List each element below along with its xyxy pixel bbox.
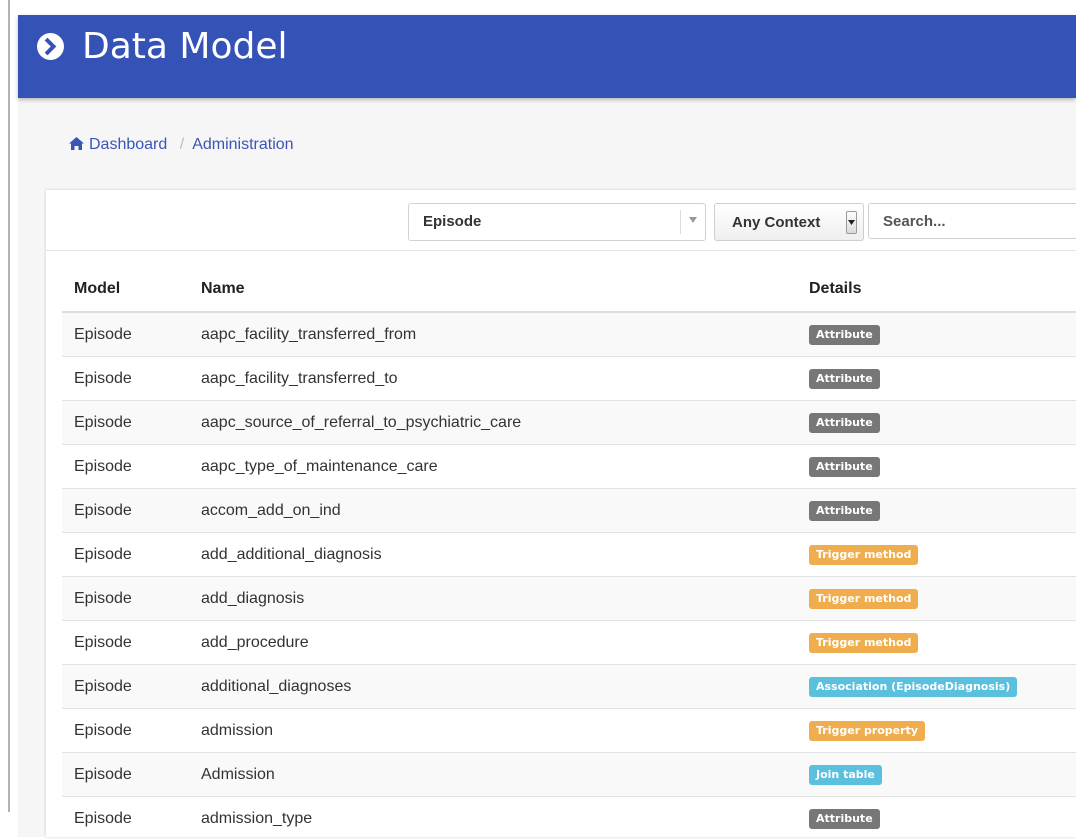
cell-name: add_additional_diagnosis: [189, 533, 797, 577]
detail-badge: Attribute: [809, 413, 880, 433]
detail-badge: Attribute: [809, 369, 880, 389]
page: Data Model Dashboard / Administration Epi…: [18, 15, 1076, 837]
cell-model: Episode: [62, 445, 189, 489]
data-model-table: Model Name Details Episodeaapc_facility_…: [62, 267, 1076, 840]
column-header-details[interactable]: Details: [797, 267, 1076, 312]
cell-name: add_diagnosis: [189, 577, 797, 621]
table-row[interactable]: Episodeaapc_source_of_referral_to_psychi…: [62, 401, 1076, 445]
cell-details: Trigger method: [797, 621, 1076, 665]
detail-badge: Attribute: [809, 501, 880, 521]
cell-details: Association (EpisodeDiagnosis): [797, 665, 1076, 709]
cell-details: Trigger method: [797, 533, 1076, 577]
table-row[interactable]: Episodeaapc_facility_transferred_to Attri…: [62, 357, 1076, 401]
cell-name: add_procedure: [189, 621, 797, 665]
window-edge: [0, 0, 10, 812]
detail-badge: Association (EpisodeDiagnosis): [809, 677, 1017, 697]
cell-details: Attribute: [797, 489, 1076, 533]
cell-model: Episode: [62, 577, 189, 621]
table-row[interactable]: EpisodeAdmission Join table: [62, 753, 1076, 797]
cell-model: Episode: [62, 753, 189, 797]
cell-name: aapc_facility_transferred_to: [189, 357, 797, 401]
caret-down-icon: [848, 220, 855, 225]
filter-toolbar: Episode Any Context: [46, 190, 1076, 251]
cell-details: Trigger method: [797, 577, 1076, 621]
data-model-panel: Episode Any Context Model: [46, 190, 1076, 837]
table-header-row: Model Name Details: [62, 267, 1076, 312]
table-row[interactable]: Episodeaapc_facility_transferred_from Att…: [62, 312, 1076, 357]
cell-details: Join table: [797, 753, 1076, 797]
cell-model: Episode: [62, 665, 189, 709]
cell-details: Attribute: [797, 797, 1076, 840]
detail-badge: Attribute: [809, 457, 880, 477]
context-dropdown-button[interactable]: [846, 211, 857, 234]
cell-name: accom_add_on_ind: [189, 489, 797, 533]
detail-badge: Attribute: [809, 325, 880, 345]
cell-name: aapc_type_of_maintenance_care: [189, 445, 797, 489]
model-select[interactable]: Episode: [408, 203, 706, 241]
context-select[interactable]: Any Context: [714, 203, 864, 241]
cell-name: aapc_facility_transferred_from: [189, 312, 797, 357]
column-header-model[interactable]: Model: [62, 267, 189, 312]
column-header-name[interactable]: Name: [189, 267, 797, 312]
cell-name: aapc_source_of_referral_to_psychiatric_c…: [189, 401, 797, 445]
cell-name: additional_diagnoses: [189, 665, 797, 709]
detail-badge: Trigger method: [809, 589, 918, 609]
cell-name: admission_type: [189, 797, 797, 840]
detail-badge: Trigger method: [809, 633, 918, 653]
table-row[interactable]: Episodeadditional_diagnoses Association (…: [62, 665, 1076, 709]
cell-model: Episode: [62, 401, 189, 445]
cell-model: Episode: [62, 621, 189, 665]
page-title: Data Model: [82, 25, 288, 69]
cell-model: Episode: [62, 312, 189, 357]
cell-name: admission: [189, 709, 797, 753]
breadcrumb-administration[interactable]: Administration: [192, 136, 293, 153]
cell-model: Episode: [62, 489, 189, 533]
cell-model: Episode: [62, 709, 189, 753]
detail-badge: Trigger property: [809, 721, 925, 741]
context-select-value: Any Context: [732, 214, 820, 231]
cell-details: Trigger property: [797, 709, 1076, 753]
page-header: Data Model: [18, 15, 1076, 98]
table-row[interactable]: Episodeadmission Trigger property: [62, 709, 1076, 753]
cell-details: Attribute: [797, 357, 1076, 401]
breadcrumb-separator: /: [180, 136, 184, 153]
chevron-down-icon: [689, 217, 697, 223]
cell-model: Episode: [62, 797, 189, 840]
table-row[interactable]: Episodeadd_procedure Trigger method: [62, 621, 1076, 665]
table-row[interactable]: Episodeaapc_type_of_maintenance_care Attr…: [62, 445, 1076, 489]
detail-badge: Trigger method: [809, 545, 918, 565]
cell-details: Attribute: [797, 401, 1076, 445]
breadcrumb-dashboard-label: Dashboard: [89, 136, 167, 153]
breadcrumb: Dashboard / Administration: [69, 136, 294, 154]
chevron-right-circle-icon: [37, 33, 64, 60]
search-input[interactable]: [868, 203, 1076, 239]
table-row[interactable]: Episodeadd_diagnosis Trigger method: [62, 577, 1076, 621]
table-row[interactable]: Episodeadd_additional_diagnosis Trigger m…: [62, 533, 1076, 577]
detail-badge: Join table: [809, 765, 882, 785]
table-row[interactable]: Episodeadmission_type Attribute: [62, 797, 1076, 840]
table-row[interactable]: Episodeaccom_add_on_ind Attribute: [62, 489, 1076, 533]
cell-details: Attribute: [797, 445, 1076, 489]
cell-details: Attribute: [797, 312, 1076, 357]
model-select-value: Episode: [423, 213, 481, 230]
cell-model: Episode: [62, 357, 189, 401]
cell-model: Episode: [62, 533, 189, 577]
home-icon: [69, 137, 84, 150]
detail-badge: Attribute: [809, 809, 880, 829]
cell-name: Admission: [189, 753, 797, 797]
breadcrumb-dashboard[interactable]: Dashboard: [69, 136, 172, 153]
